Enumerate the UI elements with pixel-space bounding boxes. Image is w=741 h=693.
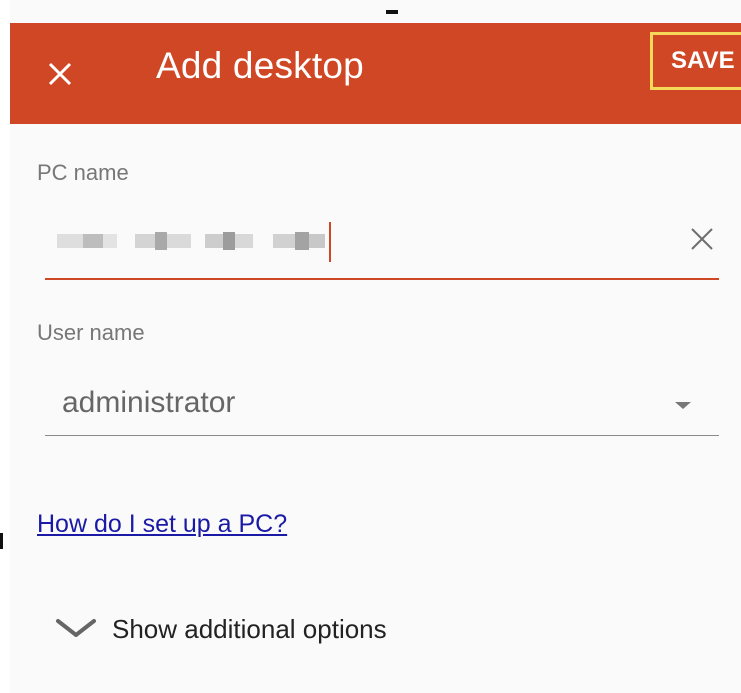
pc-name-field[interactable] xyxy=(45,204,719,280)
pc-name-label: PC name xyxy=(37,160,129,185)
user-name-dropdown[interactable]: administrator xyxy=(45,362,719,436)
setup-help-link[interactable]: How do I set up a PC? xyxy=(37,510,287,539)
edge-marker xyxy=(0,533,3,549)
show-additional-options-label: Show additional options xyxy=(112,614,387,644)
status-marker xyxy=(386,10,398,14)
user-name-value: administrator xyxy=(62,386,236,419)
pc-name-value-obscured xyxy=(57,232,325,250)
clear-pc-name-button[interactable] xyxy=(689,226,715,252)
clear-icon xyxy=(691,228,713,250)
save-button[interactable]: SAVE xyxy=(650,32,741,90)
add-desktop-screen: Add desktop SAVE PC name User name admin… xyxy=(10,0,741,693)
page-title: Add desktop xyxy=(156,45,364,86)
chevron-down-icon xyxy=(56,619,96,637)
dropdown-arrow-icon xyxy=(675,402,691,409)
app-bar: Add desktop SAVE xyxy=(10,23,741,124)
close-button[interactable] xyxy=(46,60,74,88)
user-name-label: User name xyxy=(37,320,145,345)
text-cursor xyxy=(329,222,331,262)
show-additional-options-toggle[interactable]: Show additional options xyxy=(50,602,470,652)
close-icon xyxy=(48,62,72,86)
